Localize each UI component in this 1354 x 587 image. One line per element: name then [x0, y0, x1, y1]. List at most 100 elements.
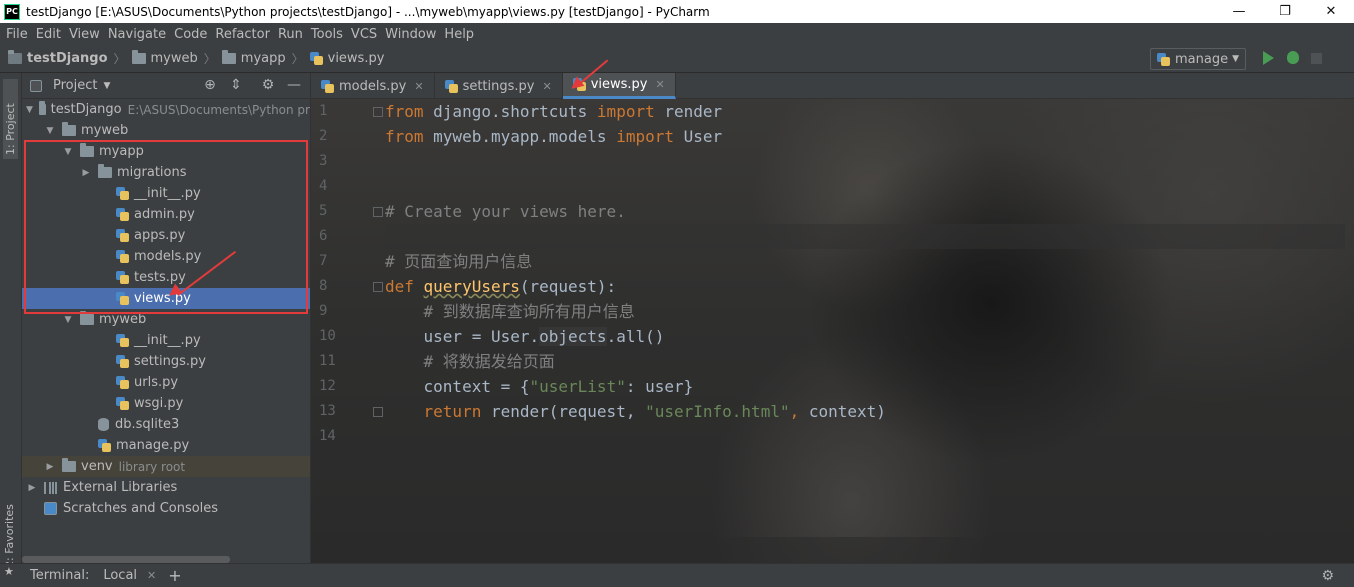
collapse-arrow-icon[interactable]: ▶ — [26, 483, 38, 493]
tab-models-py[interactable]: models.py ✕ — [311, 73, 435, 99]
project-tool-tab[interactable]: 1: Project — [3, 79, 18, 159]
line-number: 1 — [319, 103, 328, 119]
menu-item-tools[interactable]: Tools — [307, 27, 347, 42]
code-area[interactable]: from django.shortcuts import render from … — [385, 99, 1345, 449]
close-tab-icon[interactable]: ✕ — [414, 80, 423, 93]
menu-item-vcs[interactable]: VCS — [347, 27, 381, 42]
menu-item-window[interactable]: Window — [381, 27, 440, 42]
menu-item-run[interactable]: Run — [274, 27, 307, 42]
code-line[interactable]: # 页面查询用户信息 — [385, 249, 1345, 274]
code-token: context = { — [385, 377, 530, 396]
code-token: return — [423, 402, 482, 421]
project-view-select[interactable]: Project — [53, 78, 97, 93]
annotation-highlight-box — [24, 140, 308, 314]
code-editor[interactable]: models.py ✕ settings.py ✕ views.py ✕ 12345678… — [311, 73, 1354, 563]
terminal-tab-label[interactable]: Terminal: — [30, 568, 89, 583]
tree-item-urls-py[interactable]: ▶urls.py — [22, 372, 310, 393]
close-session-icon[interactable]: ✕ — [147, 569, 156, 582]
tree-item-scratches-and-consoles[interactable]: ▶Scratches and Consoles — [22, 498, 310, 519]
run-icon[interactable] — [1263, 51, 1274, 65]
collapse-all-icon[interactable]: ⇕ — [228, 77, 244, 93]
line-number: 3 — [319, 153, 328, 169]
tab-settings-py[interactable]: settings.py ✕ — [435, 73, 563, 99]
run-configuration-select[interactable]: manage ▼ — [1150, 48, 1246, 70]
close-tab-icon[interactable]: ✕ — [656, 78, 665, 91]
left-tool-stripe: 1: Project 2: Favorites — [0, 73, 22, 568]
code-token: import — [616, 127, 674, 146]
menu-item-help[interactable]: Help — [440, 27, 478, 42]
tree-item-external-libraries[interactable]: ▶ External Libraries — [22, 477, 310, 498]
breadcrumb-myweb[interactable]: myweb — [131, 50, 198, 66]
code-line[interactable]: from myweb.myapp.models import User — [385, 124, 1345, 149]
tree-item-manage-py[interactable]: ▶manage.py — [22, 435, 310, 456]
menu-item-refactor[interactable]: Refactor — [211, 27, 274, 42]
expand-arrow-icon[interactable]: ▼ — [62, 315, 74, 325]
tree-item-venv[interactable]: ▶ venv library root — [22, 456, 310, 477]
fold-marker-icon[interactable] — [373, 107, 383, 117]
run-configuration-label: manage — [1175, 51, 1229, 67]
code-line[interactable]: user = User.objects.all() — [385, 324, 1345, 349]
breadcrumb-views[interactable]: views.py — [309, 51, 384, 66]
tree-item-label: wsgi.py — [134, 396, 184, 411]
close-window-button[interactable]: ✕ — [1308, 0, 1354, 23]
breadcrumb-project[interactable]: testDjango — [8, 50, 108, 66]
code-line[interactable]: # Create your views here. — [385, 199, 1345, 224]
gear-icon[interactable]: ⚙ — [260, 77, 276, 93]
expand-arrow-icon[interactable]: ▼ — [44, 126, 56, 136]
code-line[interactable]: # 到数据库查询所有用户信息 — [385, 299, 1345, 324]
dropdown-arrow-icon: ▼ — [1232, 54, 1239, 64]
python-file-icon — [321, 79, 334, 93]
stop-icon[interactable] — [1311, 53, 1322, 64]
fold-marker-icon[interactable] — [373, 407, 383, 417]
breadcrumb-myapp[interactable]: myapp — [221, 50, 286, 66]
code-line[interactable] — [385, 174, 1345, 199]
code-token: (request): — [519, 277, 617, 296]
fold-marker-icon[interactable] — [373, 282, 383, 292]
terminal-session-tab[interactable]: Local — [103, 568, 137, 583]
code-line[interactable]: context = {"userList": user} — [385, 374, 1345, 399]
minimize-button[interactable]: — — [1216, 0, 1262, 23]
expand-arrow-icon[interactable]: ▼ — [26, 105, 33, 115]
tree-item-path: library root — [118, 459, 186, 474]
code-line[interactable]: from django.shortcuts import render — [385, 99, 1345, 124]
gear-icon[interactable]: ⚙ — [1321, 568, 1334, 584]
restore-button[interactable]: ❐ — [1262, 0, 1308, 23]
code-token: queryUsers — [423, 277, 520, 296]
pycharm-app-icon: PC — [4, 3, 20, 20]
tree-item-label: myweb — [99, 312, 147, 327]
tree-item-wsgi-py[interactable]: ▶wsgi.py — [22, 393, 310, 414]
code-token: , — [789, 402, 800, 421]
dropdown-arrow-icon[interactable]: ▼ — [103, 81, 110, 91]
project-view-icon — [30, 79, 42, 92]
tree-item--init-py[interactable]: ▶__init__.py — [22, 330, 310, 351]
star-favorites-icon[interactable]: ★ — [4, 565, 14, 578]
code-token: "userInfo.html" — [645, 402, 790, 421]
tree-item-myweb[interactable]: ▼ myweb — [22, 120, 310, 141]
fold-marker-icon[interactable] — [373, 207, 383, 217]
menu-item-view[interactable]: View — [65, 27, 104, 42]
menu-item-code[interactable]: Code — [170, 27, 211, 42]
hide-panel-icon[interactable]: — — [286, 77, 302, 93]
menu-item-file[interactable]: File — [2, 27, 32, 42]
code-line[interactable]: return render(request, "userInfo.html", … — [385, 399, 1345, 424]
code-line[interactable]: # 将数据发给页面 — [385, 349, 1345, 374]
favorites-tool-tab[interactable]: 2: Favorites — [3, 498, 16, 568]
new-session-icon[interactable]: + — [168, 566, 181, 585]
code-token: objects — [539, 327, 607, 346]
code-line[interactable] — [385, 149, 1345, 174]
folder-icon — [80, 311, 94, 325]
code-line[interactable]: def queryUsers(request): — [385, 274, 1345, 299]
code-line[interactable] — [385, 424, 1345, 449]
close-tab-icon[interactable]: ✕ — [542, 80, 551, 93]
tree-item-testdjango[interactable]: ▼ testDjango E:\ASUS\Documents\Python pr — [22, 99, 310, 120]
collapse-arrow-icon[interactable]: ▶ — [44, 462, 56, 472]
debug-bug-icon[interactable] — [1287, 51, 1299, 64]
menu-item-edit[interactable]: Edit — [32, 27, 65, 42]
menu-item-navigate[interactable]: Navigate — [104, 27, 170, 42]
horizontal-scrollbar[interactable] — [22, 556, 230, 563]
tree-item-db-sqlite3[interactable]: ▶db.sqlite3 — [22, 414, 310, 435]
locate-file-icon[interactable]: ⊕ — [202, 77, 218, 93]
code-line[interactable] — [385, 224, 1345, 249]
tree-item-settings-py[interactable]: ▶settings.py — [22, 351, 310, 372]
